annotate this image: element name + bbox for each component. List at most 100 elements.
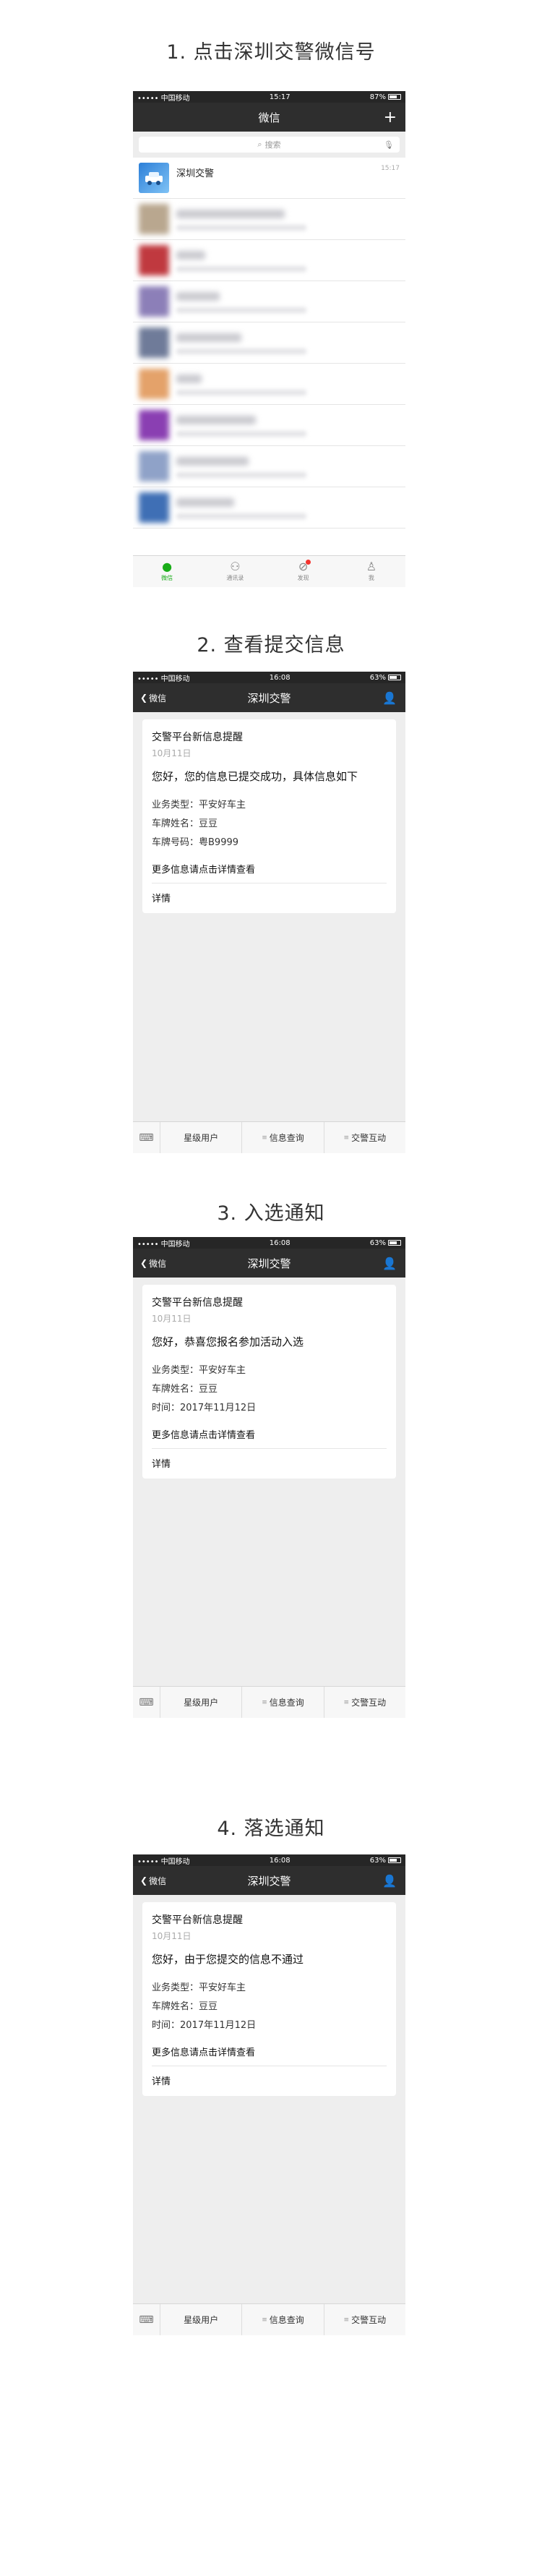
status-bar: ••••• 中国移动 15:17 87% [133, 91, 405, 103]
blurred-name [176, 292, 220, 301]
chat-row[interactable] [133, 446, 405, 487]
more-info-text: 更多信息请点击详情查看 [152, 862, 387, 883]
back-button[interactable]: ❮ 微信 [140, 683, 166, 712]
menu-star-user[interactable]: 星级用户 [160, 1122, 243, 1153]
field-owner-name: 车牌姓名：豆豆 [152, 1384, 218, 1395]
menu-info-query[interactable]: ≡ 信息查询 [242, 2304, 324, 2335]
menu-police-interact[interactable]: ≡ 交警互动 [324, 1122, 405, 1153]
field-owner-name: 车牌姓名：豆豆 [152, 2001, 218, 2012]
avatar [139, 204, 169, 234]
menu-star-user[interactable]: 星级用户 [160, 2304, 243, 2335]
detail-link[interactable]: 详情 [152, 883, 387, 913]
card-date: 10月11日 [152, 1931, 192, 1941]
clock: 16:08 [269, 673, 291, 682]
step-title-1: 1. 点击深圳交警微信号 [166, 41, 376, 64]
back-button[interactable]: ❮ 微信 [140, 1866, 166, 1895]
tab-wechat[interactable]: ● 微信 [133, 556, 201, 587]
tab-label: 发现 [297, 575, 309, 581]
menu-bar: ⌨ 星级用户 ≡ 信息查询 ≡ 交警互动 [133, 1121, 405, 1153]
chat-bubble-icon: ● [162, 560, 173, 573]
field-business-type: 业务类型：平安好车主 [152, 1365, 246, 1376]
submenu-icon: ≡ [343, 2316, 350, 2324]
keyboard-icon[interactable]: ⌨ [133, 1122, 160, 1153]
blurred-preview [176, 225, 306, 231]
keyboard-icon[interactable]: ⌨ [133, 2304, 160, 2335]
avatar [139, 451, 169, 482]
battery-percent: 87% [369, 93, 386, 101]
chat-row[interactable] [133, 240, 405, 281]
menu-star-user[interactable]: 星级用户 [160, 1687, 243, 1718]
battery-percent: 63% [369, 673, 386, 682]
blurred-preview [176, 390, 306, 395]
menu-police-interact[interactable]: ≡ 交警互动 [324, 2304, 405, 2335]
search-placeholder: 搜索 [264, 140, 281, 150]
chat-row[interactable] [133, 487, 405, 529]
chat-row[interactable] [133, 322, 405, 364]
plus-icon[interactable]: + [384, 103, 397, 132]
message-card[interactable]: 交警平台新信息提醒 10月11日 您好，您的信息已提交成功，具体信息如下 业务类… [142, 719, 396, 913]
detail-link[interactable]: 详情 [152, 2066, 387, 2096]
menu-info-query[interactable]: ≡ 信息查询 [242, 1122, 324, 1153]
field-time: 时间：2017年11月12日 [152, 2020, 257, 2031]
search-input[interactable]: ⌕ 搜索 🎙 [139, 137, 400, 153]
battery-icon [387, 675, 401, 680]
avatar [139, 245, 169, 275]
nav-bar: ❮ 微信 深圳交警 👤 [133, 683, 405, 712]
chat-list: 深圳交警 15:17 [133, 158, 405, 529]
profile-icon[interactable]: 👤 [382, 1866, 397, 1895]
nav-title: 深圳交警 [247, 691, 291, 705]
menu-police-interact[interactable]: ≡ 交警互动 [324, 1687, 405, 1718]
card-title: 交警平台新信息提醒 [152, 1297, 243, 1309]
clock: 16:08 [269, 1238, 291, 1247]
submenu-icon: ≡ [343, 1698, 350, 1706]
contacts-icon: ⚇ [230, 560, 241, 573]
message-area: 交警平台新信息提醒 10月11日 您好，恭喜您报名参加活动入选 业务类型：平安好… [133, 1278, 405, 1486]
clock: 16:08 [269, 1856, 291, 1865]
blurred-name [176, 416, 256, 424]
tab-contacts[interactable]: ⚇ 通讯录 [201, 556, 269, 587]
field-business-type: 业务类型：平安好车主 [152, 800, 246, 810]
chevron-left-icon: ❮ [140, 693, 148, 703]
submenu-icon: ≡ [262, 2316, 267, 2324]
back-button[interactable]: ❮ 微信 [140, 1249, 166, 1278]
tab-label: 通讯录 [226, 575, 244, 581]
back-label: 微信 [149, 1875, 167, 1886]
field-owner-name: 车牌姓名：豆豆 [152, 818, 218, 829]
avatar [139, 328, 169, 358]
menu-label: 交警互动 [351, 1133, 387, 1143]
menu-bar: ⌨ 星级用户 ≡ 信息查询 ≡ 交警互动 [133, 1686, 405, 1718]
tab-label: 微信 [161, 575, 173, 581]
chat-row[interactable] [133, 199, 405, 240]
chat-row[interactable] [133, 405, 405, 446]
submenu-icon: ≡ [343, 1134, 350, 1142]
chat-row[interactable] [133, 364, 405, 405]
battery-icon [387, 1857, 401, 1863]
chat-row[interactable] [133, 281, 405, 322]
step-title-4: 4. 落选通知 [217, 1818, 325, 1840]
detail-link[interactable]: 详情 [152, 1449, 387, 1479]
tab-discover[interactable]: ⊘ 发现 [270, 556, 337, 587]
clock: 15:17 [269, 93, 291, 101]
message-card[interactable]: 交警平台新信息提醒 10月11日 您好，由于您提交的信息不通过 业务类型：平安好… [142, 1902, 396, 2096]
card-lead: 您好，由于您提交的信息不通过 [152, 1953, 304, 1966]
menu-info-query[interactable]: ≡ 信息查询 [242, 1687, 324, 1718]
field-time: 时间：2017年11月12日 [152, 1403, 257, 1413]
detail-label: 详情 [152, 894, 171, 904]
field-plate-number: 车牌号码：粤B9999 [152, 837, 239, 848]
back-label: 微信 [149, 1258, 167, 1269]
carrier-label: ••••• 中国移动 [137, 675, 190, 683]
keyboard-icon[interactable]: ⌨ [133, 1687, 160, 1718]
message-card[interactable]: 交警平台新信息提醒 10月11日 您好，恭喜您报名参加活动入选 业务类型：平安好… [142, 1285, 396, 1479]
search-bar: ⌕ 搜索 🎙 [133, 132, 405, 158]
step-title-2: 2. 查看提交信息 [197, 634, 345, 656]
nav-title: 微信 [258, 111, 280, 124]
profile-icon[interactable]: 👤 [382, 683, 397, 712]
menu-label: 信息查询 [269, 1133, 304, 1143]
microphone-icon[interactable]: 🎙 [384, 140, 394, 150]
submenu-icon: ≡ [262, 1698, 267, 1706]
chat-time: 15:17 [381, 165, 400, 172]
chat-row-shenzhen-police[interactable]: 深圳交警 15:17 [133, 158, 405, 199]
profile-icon[interactable]: 👤 [382, 1249, 397, 1278]
blurred-name [176, 333, 241, 342]
tab-me[interactable]: ♙ 我 [337, 556, 405, 587]
